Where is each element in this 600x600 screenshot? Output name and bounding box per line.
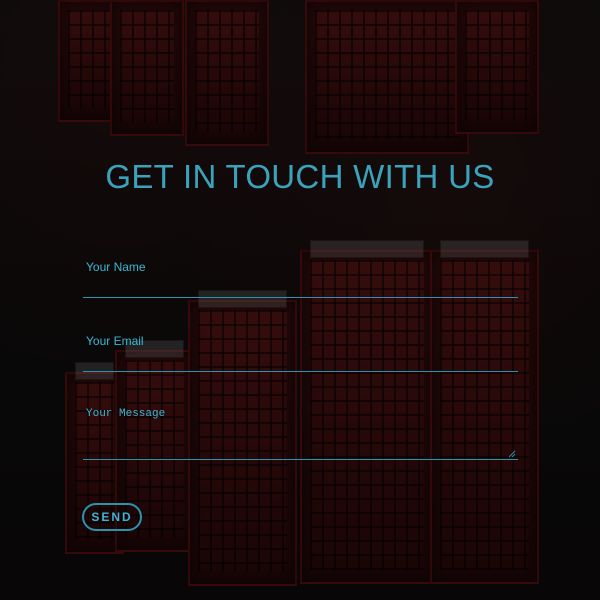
contact-form: Your Name Your Email Your Message xyxy=(83,250,518,460)
email-field: Your Email xyxy=(83,324,518,372)
page: GET IN TOUCH WITH US Your Name Your Emai… xyxy=(0,0,600,600)
message-textarea[interactable] xyxy=(83,398,518,460)
name-input[interactable] xyxy=(83,250,518,298)
resize-handle-icon[interactable] xyxy=(508,450,516,458)
send-button[interactable]: SEND xyxy=(82,503,142,531)
page-title: GET IN TOUCH WITH US xyxy=(105,158,495,195)
name-field: Your Name xyxy=(83,250,518,298)
email-input[interactable] xyxy=(83,324,518,372)
contact-section: GET IN TOUCH WITH US Your Name Your Emai… xyxy=(0,0,600,600)
message-field: Your Message xyxy=(83,398,518,460)
